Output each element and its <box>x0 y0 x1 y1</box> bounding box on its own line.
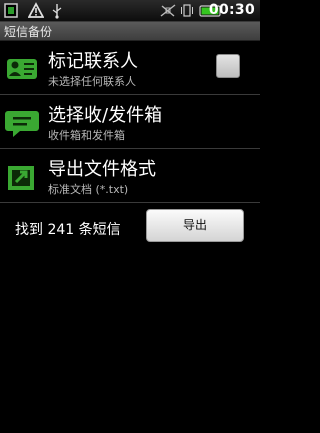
list-item-mark-contacts[interactable]: 标记联系人 未选择任何联系人 <box>0 41 260 95</box>
row-subtitle: 未选择任何联系人 <box>48 75 136 88</box>
signal-off-icon <box>160 4 176 17</box>
list-item-select-box[interactable]: 选择收/发件箱 收件箱和发件箱 <box>0 95 260 149</box>
row-title: 选择收/发件箱 <box>48 105 163 126</box>
app-notification-icon <box>4 3 18 18</box>
export-button[interactable]: 导出 <box>146 209 244 242</box>
row-subtitle: 标准文档 (*.txt) <box>48 183 129 196</box>
row-title: 标记联系人 <box>48 51 138 72</box>
row-subtitle: 收件箱和发件箱 <box>48 129 125 142</box>
usb-icon <box>52 4 62 19</box>
status-clock: 00:30 <box>208 2 255 18</box>
row-title: 导出文件格式 <box>48 159 156 180</box>
app-titlebar: 短信备份 <box>0 22 260 41</box>
mark-contacts-checkbox[interactable] <box>216 54 240 78</box>
list-item-export-format[interactable]: 导出文件格式 标准文档 (*.txt) <box>0 149 260 203</box>
status-bar: 00:30 <box>0 0 260 22</box>
message-icon <box>5 111 39 137</box>
warning-icon <box>28 2 44 18</box>
vibrate-icon <box>181 4 193 17</box>
contacts-icon <box>7 59 37 79</box>
export-format-icon <box>8 166 34 190</box>
found-count-text: 找到 241 条短信 <box>15 222 121 238</box>
app-title: 短信备份 <box>4 25 53 39</box>
